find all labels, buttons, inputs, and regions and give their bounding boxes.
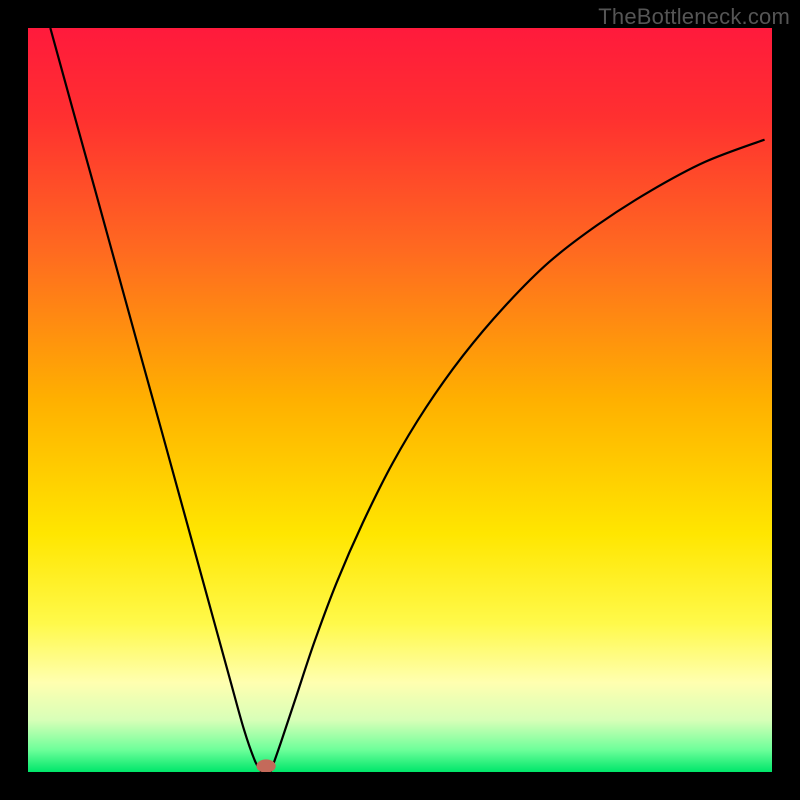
watermark-text: TheBottleneck.com bbox=[598, 4, 790, 30]
chart-svg bbox=[28, 28, 772, 772]
plot-area bbox=[28, 28, 772, 772]
chart-frame: TheBottleneck.com bbox=[0, 0, 800, 800]
gradient-background bbox=[28, 28, 772, 772]
